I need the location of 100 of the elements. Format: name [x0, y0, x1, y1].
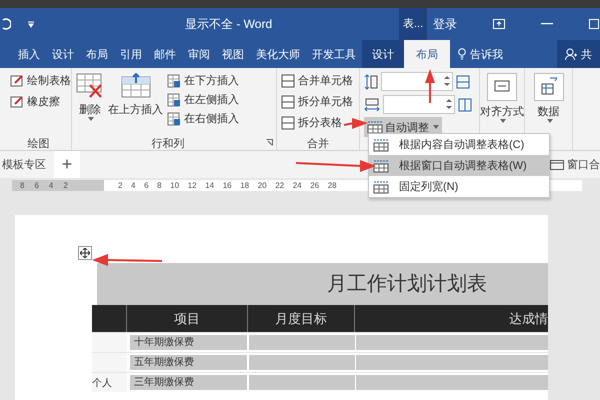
share-button[interactable]: 共 — [557, 40, 600, 68]
ruler-number: 18 — [240, 181, 250, 190]
pencil-table-icon — [10, 74, 24, 88]
ribbon-command[interactable]: 绘制表格 — [10, 71, 71, 90]
insert-cell-icon — [167, 92, 181, 106]
table-icon — [281, 74, 295, 88]
table-cell: 三年期缴保费 — [130, 375, 247, 390]
ribbon-tab[interactable]: 审阅 — [182, 40, 216, 68]
table-cell: 十年期缴保费 — [130, 335, 247, 350]
width-spinner[interactable] — [383, 95, 455, 114]
dialog-launcher-icon[interactable] — [266, 139, 273, 146]
ribbon-tab[interactable]: 设计 — [362, 40, 404, 68]
pointer-arrow — [92, 254, 162, 266]
person-icon — [565, 48, 577, 60]
ribbon-tab[interactable]: 邮件 — [148, 40, 182, 68]
menu-item[interactable]: 固定列宽(N) — [369, 176, 549, 197]
context-label: 表... — [399, 8, 428, 40]
ribbon-tab[interactable]: 设计 — [46, 40, 80, 68]
ruler-number: 6 — [34, 181, 39, 190]
ruler-number: 6 — [144, 181, 149, 190]
ribbon-tab[interactable]: 布局 — [80, 40, 114, 68]
spin-arrows-icon[interactable] — [444, 75, 450, 87]
alignment-button[interactable]: 对齐方式 — [480, 71, 524, 123]
group-label: 合并 — [306, 136, 330, 150]
maximize-icon[interactable] — [589, 19, 600, 29]
window-icon — [550, 160, 564, 170]
insert-cell-icon — [167, 112, 181, 126]
column-header: 达成情 — [508, 310, 548, 328]
login-link[interactable]: 登录 — [433, 16, 458, 32]
pencil-table-icon — [10, 94, 24, 108]
caret-icon — [546, 119, 552, 123]
document-tab[interactable]: 模板专区 — [0, 157, 54, 172]
ruler-number: 4 — [131, 181, 136, 190]
height-spinner[interactable] — [381, 72, 453, 91]
ribbon-command[interactable]: 在下方插入 — [167, 71, 239, 90]
data-button[interactable]: 数据 — [534, 71, 564, 123]
ribbon-command[interactable]: 在右侧插入 — [167, 109, 239, 128]
move-icon — [80, 248, 90, 258]
autofit-table-icon — [373, 158, 389, 172]
column-header: 月度目标 — [248, 305, 355, 332]
alignment-icon — [487, 73, 517, 101]
minimize-icon[interactable] — [541, 23, 554, 25]
column-width-icon — [364, 98, 380, 112]
ribbon-command[interactable]: 在左侧插入 — [167, 90, 239, 109]
caret-icon — [500, 119, 506, 123]
column-header: 项目 — [127, 305, 248, 332]
autofit-table-icon — [373, 180, 389, 194]
distribute-rows-icon[interactable] — [456, 74, 470, 88]
window-merge-button[interactable]: 窗口合 — [550, 157, 600, 172]
spin-arrows-icon[interactable] — [446, 98, 452, 110]
ruler-number: 26 — [310, 181, 320, 190]
ribbon-command[interactable]: 橡皮擦 — [10, 92, 60, 111]
menu-item[interactable]: 根据窗口自动调整表格(W) — [369, 155, 549, 176]
ribbon-tab[interactable]: 布局 — [404, 40, 450, 68]
ruler-number: 24 — [292, 181, 302, 190]
customize-toolbar-icon[interactable] — [27, 20, 35, 28]
ribbon-command[interactable]: 拆分表格 — [281, 113, 342, 132]
ruler-number: 2 — [118, 181, 122, 190]
group-label: 绘图 — [26, 137, 50, 150]
ruler-number: 8 — [157, 181, 162, 190]
ruler-number: 2 — [63, 181, 68, 190]
pointer-arrow — [344, 118, 368, 130]
tell-me-search[interactable]: 告诉我 — [470, 46, 503, 62]
distribute-columns-icon[interactable] — [458, 98, 472, 112]
table-icon — [281, 94, 295, 108]
ruler-number: 12 — [188, 181, 197, 190]
ribbon-tab[interactable]: 美化大师 — [250, 40, 306, 68]
group-label: 行和列 — [150, 137, 186, 150]
insert-row-icon — [120, 73, 150, 99]
ribbon-display-icon[interactable] — [493, 19, 506, 29]
ruler-number: 28 — [328, 181, 337, 190]
lightbulb-icon — [458, 48, 466, 60]
ribbon-command[interactable]: 拆分单元格 — [281, 92, 353, 111]
table-cell: 个人 — [92, 373, 127, 392]
window-title: 显示不全 - Word — [185, 16, 274, 32]
table-title: 月工作计划计划表 — [97, 263, 548, 305]
row-height-icon — [364, 74, 378, 90]
menu-item[interactable]: 根据内容自动调整表格(C) — [369, 134, 549, 155]
data-icon — [534, 73, 564, 101]
ribbon-tab[interactable]: 插入 — [0, 40, 46, 68]
ribbon-tab[interactable]: 视图 — [216, 40, 250, 68]
ruler-number: 14 — [205, 181, 214, 190]
ribbon-tab[interactable]: 引用 — [114, 40, 148, 68]
ribbon-tab[interactable]: 开发工具 — [306, 40, 362, 68]
new-tab-button[interactable]: + — [54, 151, 80, 178]
table-icon — [281, 116, 295, 130]
pointer-arrow — [425, 69, 435, 103]
table-move-handle[interactable] — [78, 246, 92, 260]
ribbon-command[interactable]: 合并单元格 — [281, 71, 353, 90]
ruler-number: 4 — [48, 181, 54, 190]
insert-above-button[interactable]: 在上方插入 — [108, 71, 163, 136]
caret-icon — [433, 125, 439, 129]
insert-cell-icon — [167, 74, 181, 88]
undo-icon[interactable] — [1, 18, 11, 30]
table-cell — [92, 353, 127, 372]
ruler-number: 16 — [222, 181, 232, 190]
ruler-number: 20 — [258, 181, 267, 190]
caret-icon — [88, 117, 94, 121]
table-cell — [92, 333, 127, 352]
delete-button[interactable]: 删除 — [76, 71, 104, 136]
